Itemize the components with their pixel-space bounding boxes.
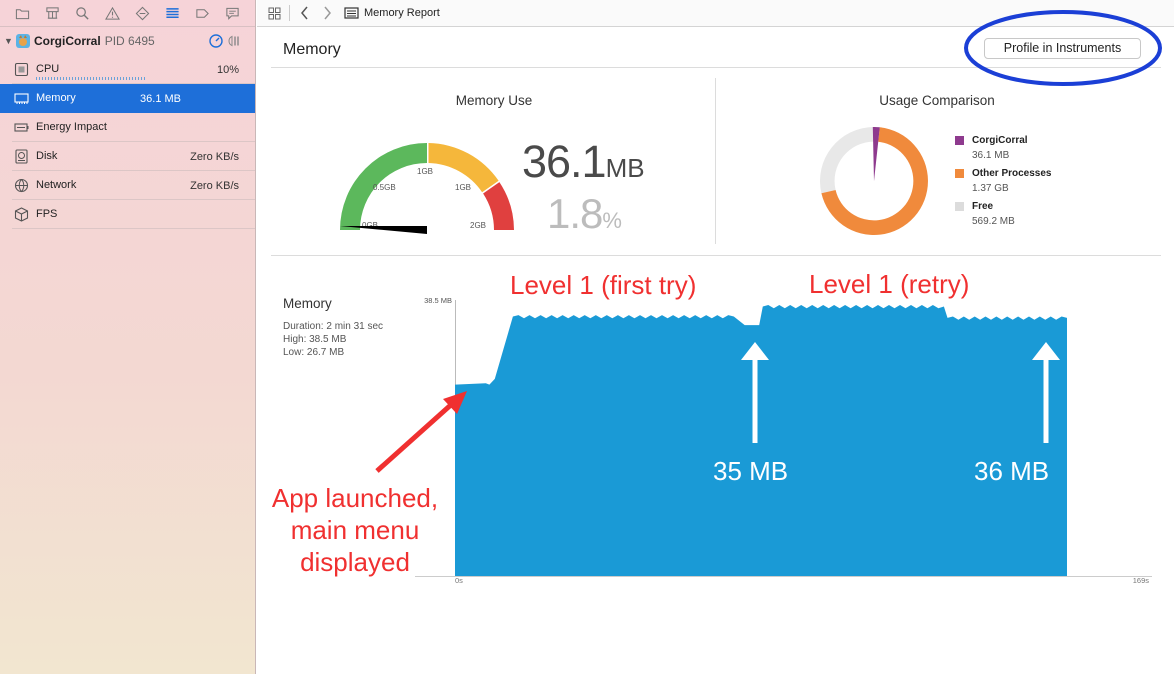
speedometer-icon[interactable] bbox=[209, 34, 223, 48]
gauge-value: 10% bbox=[216, 64, 239, 76]
x-end-tick-label: 169s bbox=[1133, 576, 1150, 585]
gauge-tick-label: 1GB bbox=[455, 183, 471, 192]
disk-icon bbox=[15, 149, 28, 164]
disclosure-triangle-icon[interactable]: ▼ bbox=[4, 36, 14, 46]
timeline-low: Low: 26.7 MB bbox=[283, 347, 345, 358]
gauge-label: CPU bbox=[36, 63, 60, 75]
fps-cube-icon bbox=[14, 207, 29, 222]
usage-comparison-title: Usage Comparison bbox=[879, 93, 995, 108]
debug-navigator-sidebar: ▼ CorgiCorral PID 6495 CPU 10% Memory 36… bbox=[0, 0, 256, 674]
back-chevron-icon[interactable] bbox=[294, 3, 316, 23]
y-max-tick-label: 38.5 MB bbox=[424, 296, 452, 305]
memory-use-gauge: 0GB 0.5GB 1GB 1GB 2GB bbox=[340, 143, 514, 234]
annotation-level1-retry: Level 1 (retry) bbox=[809, 269, 970, 299]
legend-swatch bbox=[955, 136, 964, 145]
jump-bar-title[interactable]: Memory Report bbox=[364, 7, 440, 19]
gauge-label: Memory bbox=[36, 92, 76, 104]
usage-comparison-donut bbox=[819, 127, 928, 235]
report-title: Memory bbox=[283, 41, 341, 58]
legend-value: 36.1 MB bbox=[972, 150, 1010, 161]
annotation-level1-first-try: Level 1 (first try) bbox=[510, 270, 697, 300]
process-name: CorgiCorral bbox=[34, 34, 101, 48]
gauge-label: FPS bbox=[36, 208, 58, 220]
highlight-ellipse-annotation bbox=[964, 10, 1162, 86]
legend-value: 1.37 GB bbox=[972, 183, 1009, 194]
timeline-high: High: 38.5 MB bbox=[283, 334, 347, 345]
timeline-duration: Duration: 2 min 31 sec bbox=[283, 321, 384, 332]
memory-percent-unit: % bbox=[602, 208, 622, 233]
gauge-energy[interactable]: Energy Impact bbox=[12, 113, 255, 142]
gauge-network[interactable]: Network Zero KB/s bbox=[12, 171, 255, 200]
x-start-tick-label: 0s bbox=[455, 576, 463, 585]
legend-name: Free bbox=[972, 201, 994, 212]
process-row[interactable]: ▼ CorgiCorral PID 6495 bbox=[0, 27, 255, 55]
folder-icon[interactable] bbox=[14, 4, 32, 22]
network-globe-icon bbox=[14, 178, 29, 193]
tag-icon[interactable] bbox=[193, 4, 211, 22]
memory-timeline-chart: 38.5 MB 0s 169s bbox=[415, 296, 1152, 585]
gauge-memory[interactable]: Memory 36.1 MB bbox=[0, 84, 255, 113]
app-icon bbox=[16, 34, 30, 48]
gauge-tick-label: 0.5GB bbox=[373, 183, 396, 192]
memory-value-readout: 36.1MB bbox=[522, 136, 645, 188]
gauge-value: Zero KB/s bbox=[190, 151, 239, 163]
hierarchy-icon[interactable] bbox=[44, 4, 62, 22]
process-pid: PID 6495 bbox=[104, 34, 155, 48]
warning-icon[interactable] bbox=[104, 4, 122, 22]
gauge-value: Zero KB/s bbox=[190, 180, 239, 192]
battery-icon bbox=[14, 123, 29, 132]
column-divider bbox=[715, 78, 716, 244]
legend-name: CorgiCorral bbox=[972, 135, 1028, 146]
search-icon[interactable] bbox=[74, 4, 92, 22]
memory-chip-icon bbox=[14, 93, 29, 104]
legend-value: 569.2 MB bbox=[972, 216, 1015, 227]
annotation-app-launched: App launched, main menu displayed bbox=[271, 483, 439, 577]
gauge-label: Energy Impact bbox=[36, 121, 107, 133]
legend-swatch bbox=[955, 202, 964, 211]
gauge-red-segment bbox=[483, 182, 514, 230]
memory-report-icon bbox=[344, 7, 359, 19]
gauge-label: Disk bbox=[36, 150, 58, 162]
memory-use-title: Memory Use bbox=[455, 93, 533, 108]
annotation-35mb: 35 MB bbox=[713, 456, 789, 486]
annotation-36mb: 36 MB bbox=[974, 456, 1050, 486]
gauge-cpu[interactable]: CPU 10% bbox=[12, 55, 255, 84]
navigator-toolbar bbox=[0, 0, 255, 27]
donut-slice-free bbox=[819, 127, 874, 194]
gauge-tick-label: 2GB bbox=[470, 221, 486, 230]
jump-bar-separator bbox=[289, 5, 290, 21]
cpu-chip-icon bbox=[14, 62, 29, 77]
gauge-tick-label: 1GB bbox=[417, 167, 433, 176]
debug-navigator-icon[interactable] bbox=[163, 4, 181, 22]
memory-unit: MB bbox=[605, 153, 645, 183]
chat-bubble-icon[interactable] bbox=[223, 4, 241, 22]
gauge-label: Network bbox=[36, 179, 77, 191]
memory-percent: 1.8 bbox=[547, 190, 603, 237]
legend-swatch bbox=[955, 169, 964, 178]
memory-percent-readout: 1.8% bbox=[547, 190, 622, 238]
related-items-grid-icon[interactable] bbox=[263, 3, 285, 23]
cpu-usage-bar bbox=[36, 77, 147, 80]
forward-chevron-icon[interactable] bbox=[316, 3, 338, 23]
pause-resume-icon[interactable] bbox=[227, 34, 241, 48]
legend-name: Other Processes bbox=[972, 168, 1052, 179]
gauge-fps[interactable]: FPS bbox=[12, 200, 255, 229]
gauge-disk[interactable]: Disk Zero KB/s bbox=[12, 142, 255, 171]
breakpoint-diamond-icon[interactable] bbox=[133, 4, 151, 22]
gauge-value: 36.1 MB bbox=[140, 93, 181, 105]
memory-value: 36.1 bbox=[522, 136, 607, 187]
timeline-title: Memory bbox=[283, 296, 332, 311]
memory-report-editor: Memory Report Memory Profile in Instrume… bbox=[257, 0, 1174, 674]
section-divider bbox=[271, 255, 1161, 256]
memory-area-series bbox=[455, 305, 1067, 576]
